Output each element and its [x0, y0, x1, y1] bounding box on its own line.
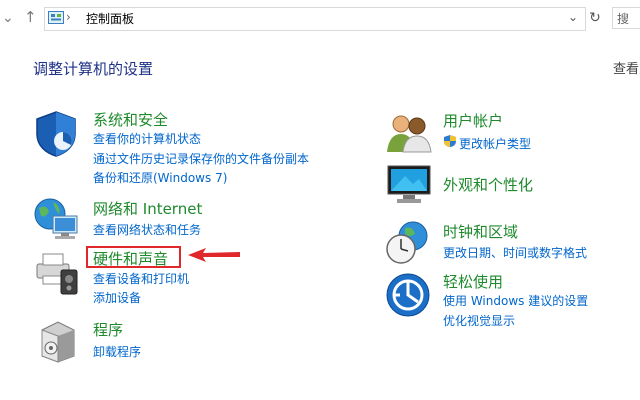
page-title: 调整计算机的设置 [33, 60, 154, 78]
shield-icon [36, 111, 76, 157]
link-uninstall-program[interactable]: 卸载程序 [93, 343, 141, 360]
user-accounts-icon [387, 115, 432, 153]
programs-box-icon [41, 321, 75, 363]
category-appearance-personalization[interactable]: 外观和个性化 [443, 174, 533, 195]
link-backup-restore[interactable]: 备份和还原(Windows 7) [93, 169, 227, 186]
link-change-date-time-format[interactable]: 更改日期、时间或数字格式 [443, 244, 587, 261]
search-input[interactable]: 搜 [612, 7, 640, 29]
category-clock-region[interactable]: 时钟和区域 [443, 221, 518, 242]
link-add-device[interactable]: 添加设备 [93, 289, 141, 306]
ease-of-access-icon [386, 273, 430, 317]
category-network-internet[interactable]: 网络和 Internet [93, 198, 202, 219]
clock-globe-icon [386, 221, 428, 264]
uac-shield-icon [444, 135, 456, 147]
link-devices-printers[interactable]: 查看设备和打印机 [93, 270, 189, 287]
network-globe-icon [34, 198, 78, 239]
view-by-label[interactable]: 查看方式 [613, 58, 640, 77]
link-network-status[interactable]: 查看网络状态和任务 [93, 221, 201, 238]
link-file-history[interactable]: 通过文件历史记录保存你的文件备份副本 [93, 150, 309, 167]
control-panel-icon [48, 11, 64, 24]
link-change-account-type[interactable]: 更改帐户类型 [459, 135, 531, 152]
monitor-personalization-icon [387, 165, 431, 203]
red-arrow-annotation [188, 248, 240, 262]
category-programs[interactable]: 程序 [93, 319, 123, 340]
link-windows-recommended-settings[interactable]: 使用 Windows 建议的设置 [443, 292, 588, 309]
link-optimize-visual-display[interactable]: 优化视觉显示 [443, 312, 515, 329]
category-ease-of-access[interactable]: 轻松使用 [443, 271, 503, 292]
category-system-security[interactable]: 系统和安全 [93, 109, 168, 130]
breadcrumb[interactable]: 控制面板 [86, 10, 134, 27]
printer-speaker-icon [36, 253, 78, 295]
chevron-down-icon[interactable]: ⌄ [2, 0, 14, 36]
dropdown-chevron-icon[interactable]: ⌄ [568, 10, 578, 24]
category-user-accounts[interactable]: 用户帐户 [443, 110, 503, 131]
breadcrumb-separator: › [66, 10, 71, 24]
up-arrow-icon[interactable]: ↑ [24, 0, 37, 35]
refresh-icon[interactable]: ↻ [586, 7, 604, 29]
category-hardware-sound[interactable]: 硬件和声音 [93, 248, 168, 269]
address-bar-row: ⌄ ↑ › 控制面板 ⌄ ↻ 搜 [0, 0, 640, 36]
link-view-computer-status[interactable]: 查看你的计算机状态 [93, 130, 201, 147]
